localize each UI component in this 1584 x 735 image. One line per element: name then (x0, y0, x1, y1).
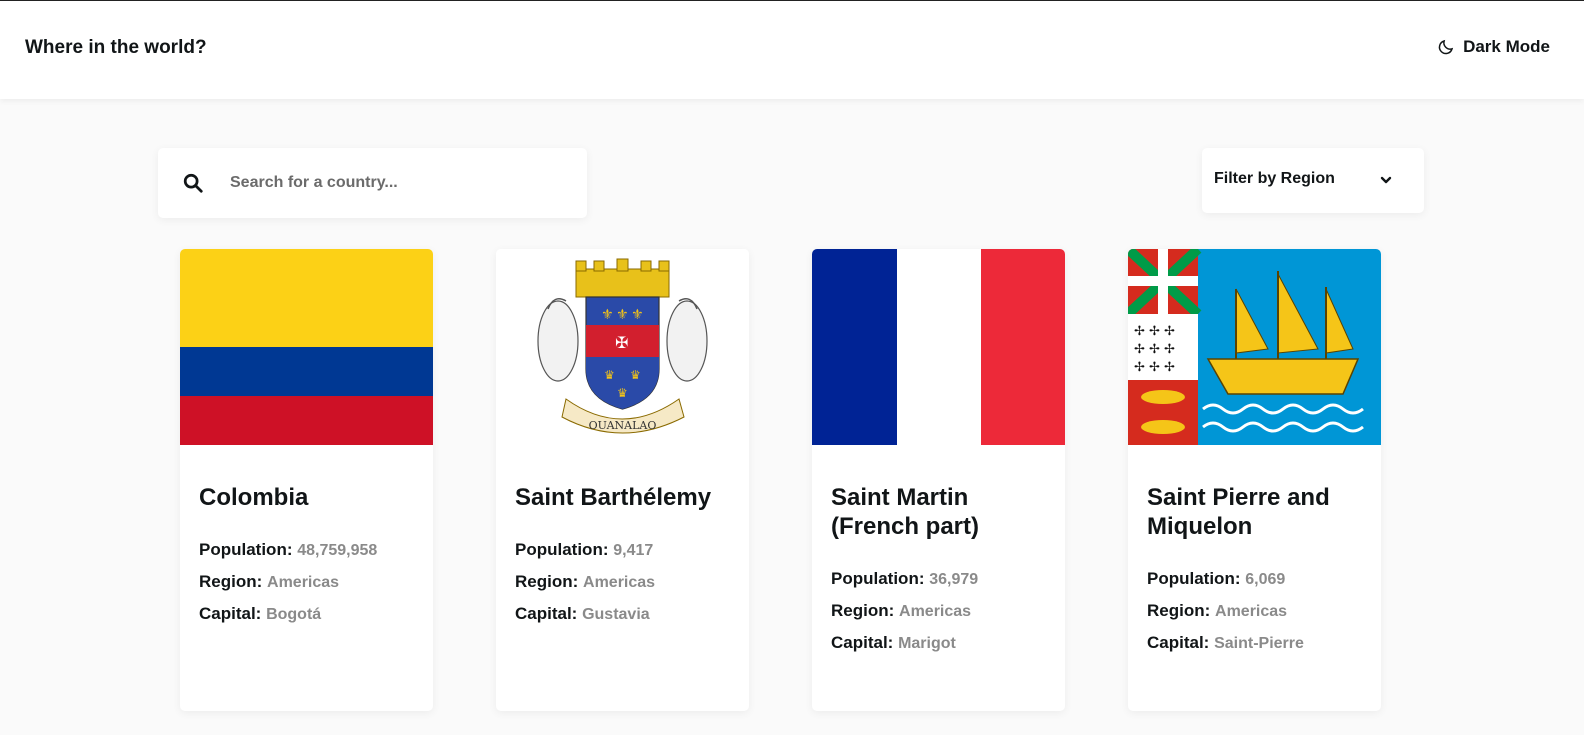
region-value: Americas (1215, 603, 1288, 620)
country-info: Population: 36,979 Region: Americas Capi… (831, 563, 1056, 659)
svg-text:♛: ♛ (604, 368, 615, 382)
emblem-motto: OUANALAO (589, 419, 657, 432)
country-card-saint-barthelemy[interactable]: ⚜ ⚜ ⚜ ✠ ♛ ♛ ♛ OUANALAO Saint Barthélemy … (496, 249, 749, 711)
region-label: Region: (1147, 601, 1211, 620)
svg-text:✠: ✠ (615, 333, 628, 352)
svg-text:⚜: ⚜ (616, 307, 629, 323)
population-label: Population: (831, 569, 925, 588)
capital-label: Capital: (199, 604, 262, 623)
chevron-down-icon (1380, 176, 1392, 184)
svg-text:✢ ✢ ✢: ✢ ✢ ✢ (1134, 324, 1175, 339)
population-label: Population: (1147, 569, 1241, 588)
svg-text:⚜: ⚜ (631, 307, 644, 323)
svg-text:✢ ✢ ✢: ✢ ✢ ✢ (1134, 342, 1175, 357)
capital-label: Capital: (1147, 633, 1210, 652)
flag-colombia (180, 249, 433, 445)
region-value: Americas (899, 603, 972, 620)
population-label: Population: (199, 540, 293, 559)
region-filter-dropdown[interactable]: Filter by Region (1202, 148, 1424, 213)
site-header: Where in the world? Dark Mode (0, 0, 1584, 99)
filter-label: Filter by Region (1214, 170, 1335, 187)
search-input[interactable] (230, 166, 560, 200)
capital-value: Bogotá (266, 606, 322, 623)
country-card-colombia[interactable]: Colombia Population: 48,759,958 Region: … (180, 249, 433, 711)
country-info: Population: 6,069 Region: Americas Capit… (1147, 563, 1372, 659)
country-name: Colombia (199, 484, 309, 511)
country-card-saint-martin[interactable]: Saint Martin (French part) Population: 3… (812, 249, 1065, 711)
search-box (158, 148, 587, 218)
region-label: Region: (831, 601, 895, 620)
country-name: Saint Martin (French part) (831, 484, 980, 540)
capital-value: Saint-Pierre (1214, 635, 1304, 652)
svg-text:♛: ♛ (630, 368, 641, 382)
country-name: Saint Pierre and Miquelon (1147, 484, 1330, 540)
svg-text:♛: ♛ (617, 386, 628, 400)
capital-value: Gustavia (582, 606, 650, 623)
country-info: Population: 9,417 Region: Americas Capit… (515, 534, 740, 630)
population-label: Population: (515, 540, 609, 559)
country-card-saint-pierre-miquelon[interactable]: ✢ ✢ ✢ ✢ ✢ ✢ ✢ ✢ ✢ Saint Pierre and Mique… (1128, 249, 1381, 711)
population-value: 9,417 (613, 542, 654, 559)
svg-text:✢ ✢ ✢: ✢ ✢ ✢ (1134, 360, 1175, 375)
country-name: Saint Barthélemy (515, 484, 712, 511)
region-value: Americas (267, 574, 340, 591)
region-label: Region: (515, 572, 579, 591)
dark-mode-label: Dark Mode (1463, 37, 1550, 56)
dark-mode-toggle[interactable]: Dark Mode (1437, 37, 1550, 57)
capital-label: Capital: (831, 633, 894, 652)
capital-value: Marigot (898, 635, 956, 652)
country-info: Population: 48,759,958 Region: Americas … (199, 534, 424, 630)
flag-saint-barthelemy: ⚜ ⚜ ⚜ ✠ ♛ ♛ ♛ OUANALAO (496, 249, 749, 445)
search-icon (183, 173, 203, 193)
region-label: Region: (199, 572, 263, 591)
region-value: Americas (583, 574, 656, 591)
population-value: 48,759,958 (297, 542, 378, 559)
capital-label: Capital: (515, 604, 578, 623)
population-value: 36,979 (929, 571, 979, 588)
svg-text:⚜: ⚜ (601, 307, 614, 323)
moon-icon (1438, 39, 1454, 55)
flag-saint-pierre-miquelon: ✢ ✢ ✢ ✢ ✢ ✢ ✢ ✢ ✢ (1128, 249, 1381, 445)
flag-saint-martin (812, 249, 1065, 445)
population-value: 6,069 (1245, 571, 1286, 588)
app-title: Where in the world? (25, 37, 207, 58)
